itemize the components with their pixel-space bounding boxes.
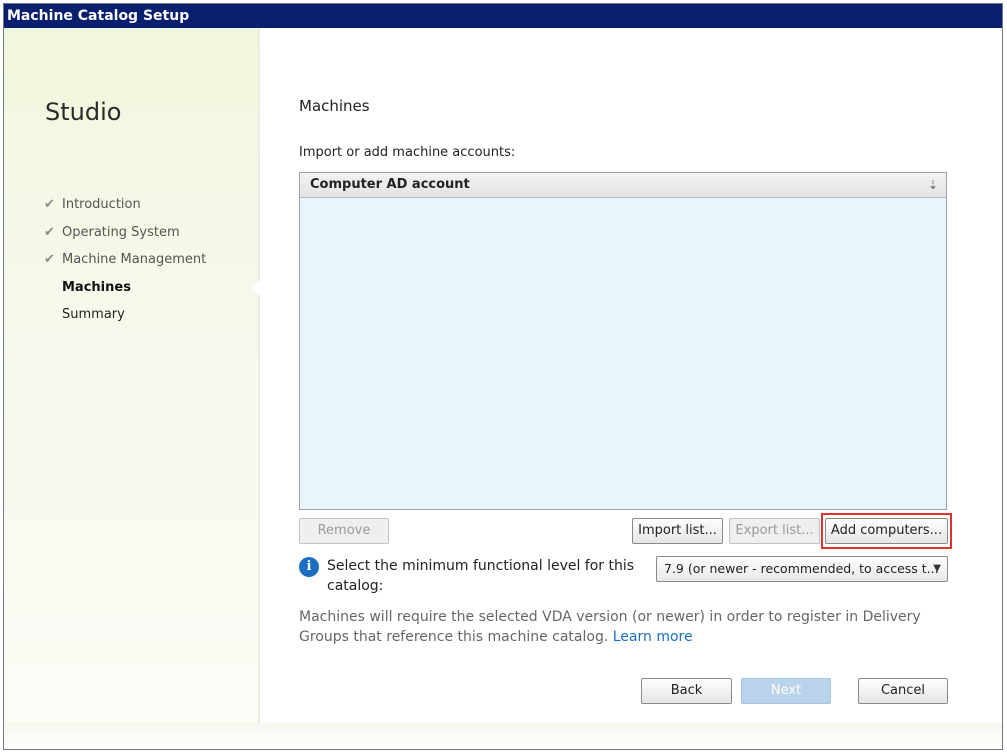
page-title: Machines xyxy=(299,97,370,115)
sort-arrow-icon: ⇣ xyxy=(927,178,938,192)
window-title: Machine Catalog Setup xyxy=(4,4,1002,28)
current-step-pointer xyxy=(252,278,262,298)
app-name: Studio xyxy=(45,98,122,126)
info-icon: i xyxy=(299,557,319,577)
step-label: Operating System xyxy=(62,224,180,240)
functional-level-dropdown[interactable]: 7.9 (or newer - recommended, to access t… xyxy=(656,556,948,582)
step-summary: Summary xyxy=(44,301,206,329)
vda-note: Machines will require the selected VDA v… xyxy=(299,607,949,647)
step-introduction: ✔ Introduction xyxy=(44,191,206,219)
export-list-button[interactable]: Export list... xyxy=(729,518,820,544)
learn-more-link[interactable]: Learn more xyxy=(613,629,693,645)
step-operating-system: ✔ Operating System xyxy=(44,219,206,247)
bottom-strip xyxy=(4,723,1002,749)
column-header-computer-ad-account[interactable]: Computer AD account ⇣ xyxy=(300,173,946,198)
check-icon: ✔ xyxy=(44,252,55,267)
wizard-sidebar xyxy=(4,28,258,723)
wizard-steps: ✔ Introduction ✔ Operating System ✔ Mach… xyxy=(44,191,206,329)
intro-text: Import or add machine accounts: xyxy=(299,145,516,160)
step-label: Machines xyxy=(62,279,131,295)
check-icon: ✔ xyxy=(44,224,55,240)
step-label: Machine Management xyxy=(62,252,207,267)
remove-button[interactable]: Remove xyxy=(299,518,389,544)
step-label: Summary xyxy=(62,307,125,322)
check-icon: ✔ xyxy=(44,197,55,212)
step-machines: Machines xyxy=(44,274,206,302)
back-button[interactable]: Back xyxy=(641,678,732,704)
vda-note-text: Machines will require the selected VDA v… xyxy=(299,609,921,645)
functional-level-selected: 7.9 (or newer - recommended, to access t… xyxy=(664,561,939,576)
import-list-button[interactable]: Import list... xyxy=(632,518,723,544)
column-header-label: Computer AD account xyxy=(310,177,470,192)
chevron-down-icon: ▼ xyxy=(933,563,941,574)
add-computers-highlight xyxy=(821,513,952,549)
functional-level-label: Select the minimum functional level for … xyxy=(327,558,635,594)
cancel-button[interactable]: Cancel xyxy=(858,678,948,704)
step-label: Introduction xyxy=(62,197,141,212)
next-button[interactable]: Next xyxy=(741,678,831,704)
step-machine-management: ✔ Machine Management xyxy=(44,246,206,274)
machine-accounts-table[interactable]: Computer AD account ⇣ xyxy=(299,172,947,510)
